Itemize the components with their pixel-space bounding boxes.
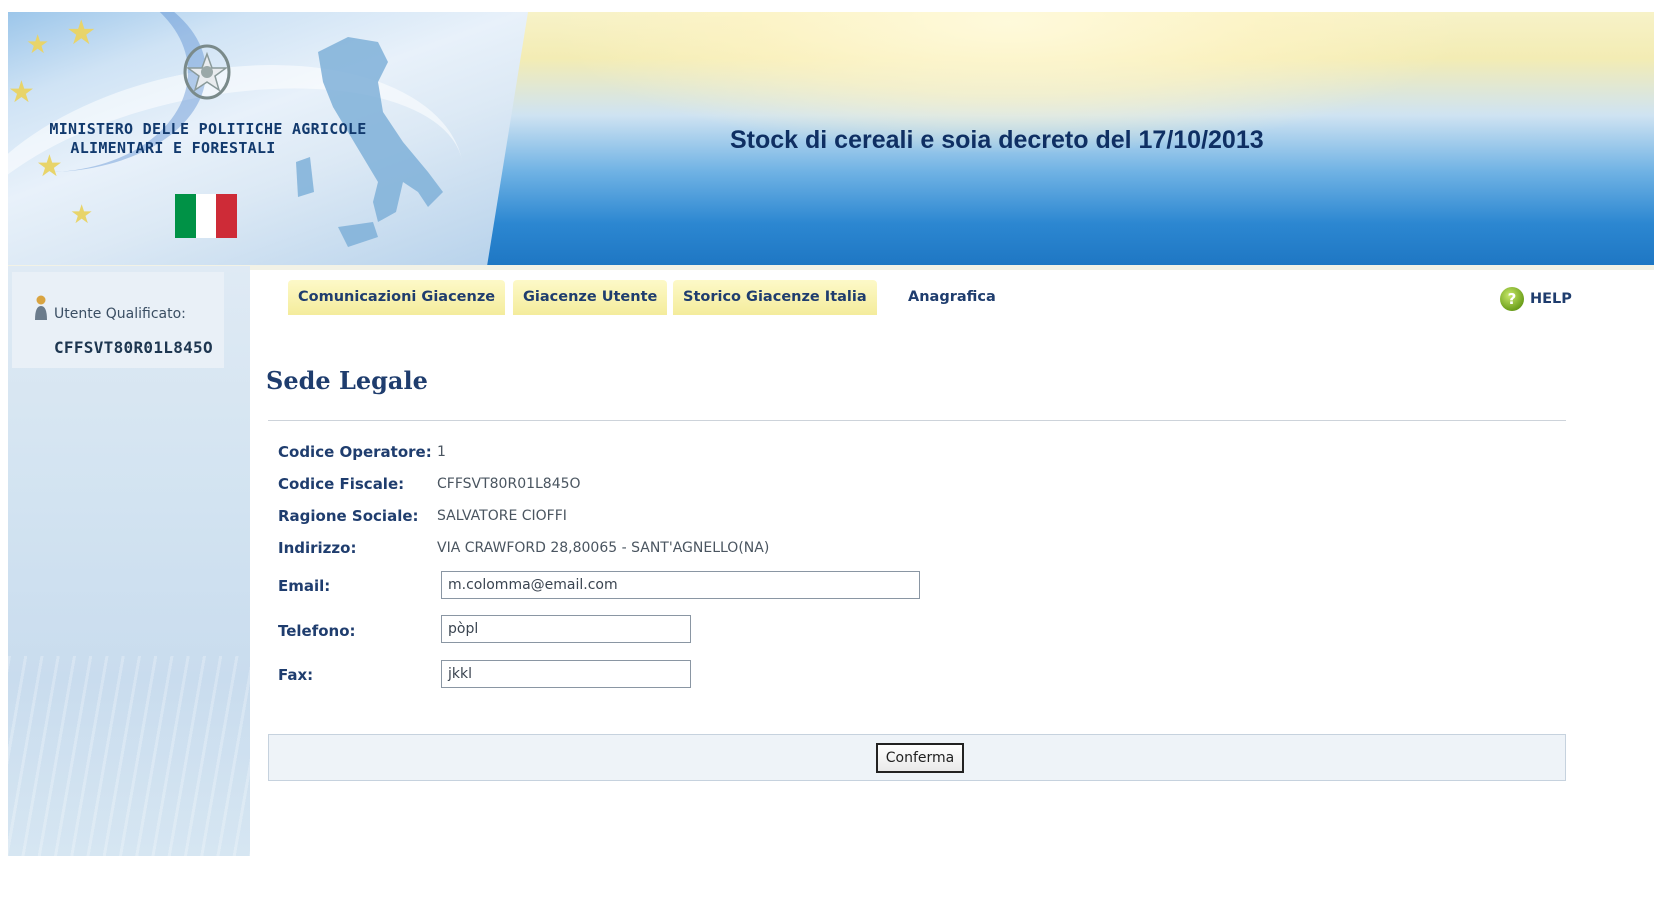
codice-operatore-value: 1	[437, 444, 446, 460]
italian-flag-icon	[175, 194, 238, 238]
codice-fiscale-value: CFFSVT80R01L845O	[437, 476, 581, 492]
email-field[interactable]: m.colomma@email.com	[441, 571, 920, 599]
eu-star-icon: ★	[26, 30, 50, 60]
ragione-sociale-label: Ragione Sociale:	[278, 507, 419, 525]
telefono-label: Telefono:	[278, 622, 356, 640]
user-icon	[35, 295, 47, 320]
app-title: Stock di cereali e soia decreto del 17/1…	[730, 126, 1264, 154]
header-banner: ★ ★ ★ ★ ★ MINISTERO DELLE POLITICHE AGRI…	[8, 12, 1654, 270]
ministry-line1: MINISTERO DELLE POLITICHE AGRICOLE	[49, 120, 367, 138]
user-info-box: Utente Qualificato: CFFSVT80R01L845O	[12, 272, 224, 368]
divider	[268, 420, 1566, 421]
fax-label: Fax:	[278, 666, 314, 684]
tab-comunicazioni-giacenze[interactable]: Comunicazioni Giacenze	[288, 280, 506, 315]
republic-emblem-icon	[183, 44, 231, 100]
section-title: Sede Legale	[266, 366, 428, 395]
help-icon: ?	[1500, 287, 1524, 311]
fax-field[interactable]: jkkl	[441, 660, 691, 688]
indirizzo-value: VIA CRAWFORD 28,80065 - SANT'AGNELLO(NA)	[437, 540, 770, 556]
indirizzo-label: Indirizzo:	[278, 539, 357, 557]
help-label: HELP	[1530, 291, 1572, 307]
help-link[interactable]: ? HELP	[1500, 284, 1572, 314]
codice-operatore-label: Codice Operatore:	[278, 443, 432, 461]
user-label: Utente Qualificato:	[54, 306, 186, 322]
tab-giacenze-utente[interactable]: Giacenze Utente	[513, 280, 668, 315]
ragione-sociale-value: SALVATORE CIOFFI	[437, 508, 567, 524]
codice-fiscale-label: Codice Fiscale:	[278, 475, 405, 493]
ministry-logo-panel: ★ ★ ★ ★ ★ MINISTERO DELLE POLITICHE AGRI…	[8, 12, 528, 270]
user-code: CFFSVT80R01L845O	[54, 338, 213, 357]
tab-anagrafica[interactable]: Anagrafica	[898, 280, 1006, 315]
email-label: Email:	[278, 577, 331, 595]
telefono-field[interactable]: pòpl	[441, 615, 691, 643]
tab-storico-giacenze-italia[interactable]: Storico Giacenze Italia	[673, 280, 877, 315]
eu-star-icon: ★	[70, 200, 94, 230]
confirm-button[interactable]: Conferma	[876, 743, 964, 773]
ministry-name: MINISTERO DELLE POLITICHE AGRICOLE ALIME…	[8, 120, 408, 158]
ministry-line2: ALIMENTARI E FORESTALI	[70, 139, 276, 157]
sidebar: Utente Qualificato: CFFSVT80R01L845O	[8, 266, 250, 856]
eu-star-icon: ★	[66, 13, 97, 53]
eu-star-icon: ★	[8, 75, 35, 110]
